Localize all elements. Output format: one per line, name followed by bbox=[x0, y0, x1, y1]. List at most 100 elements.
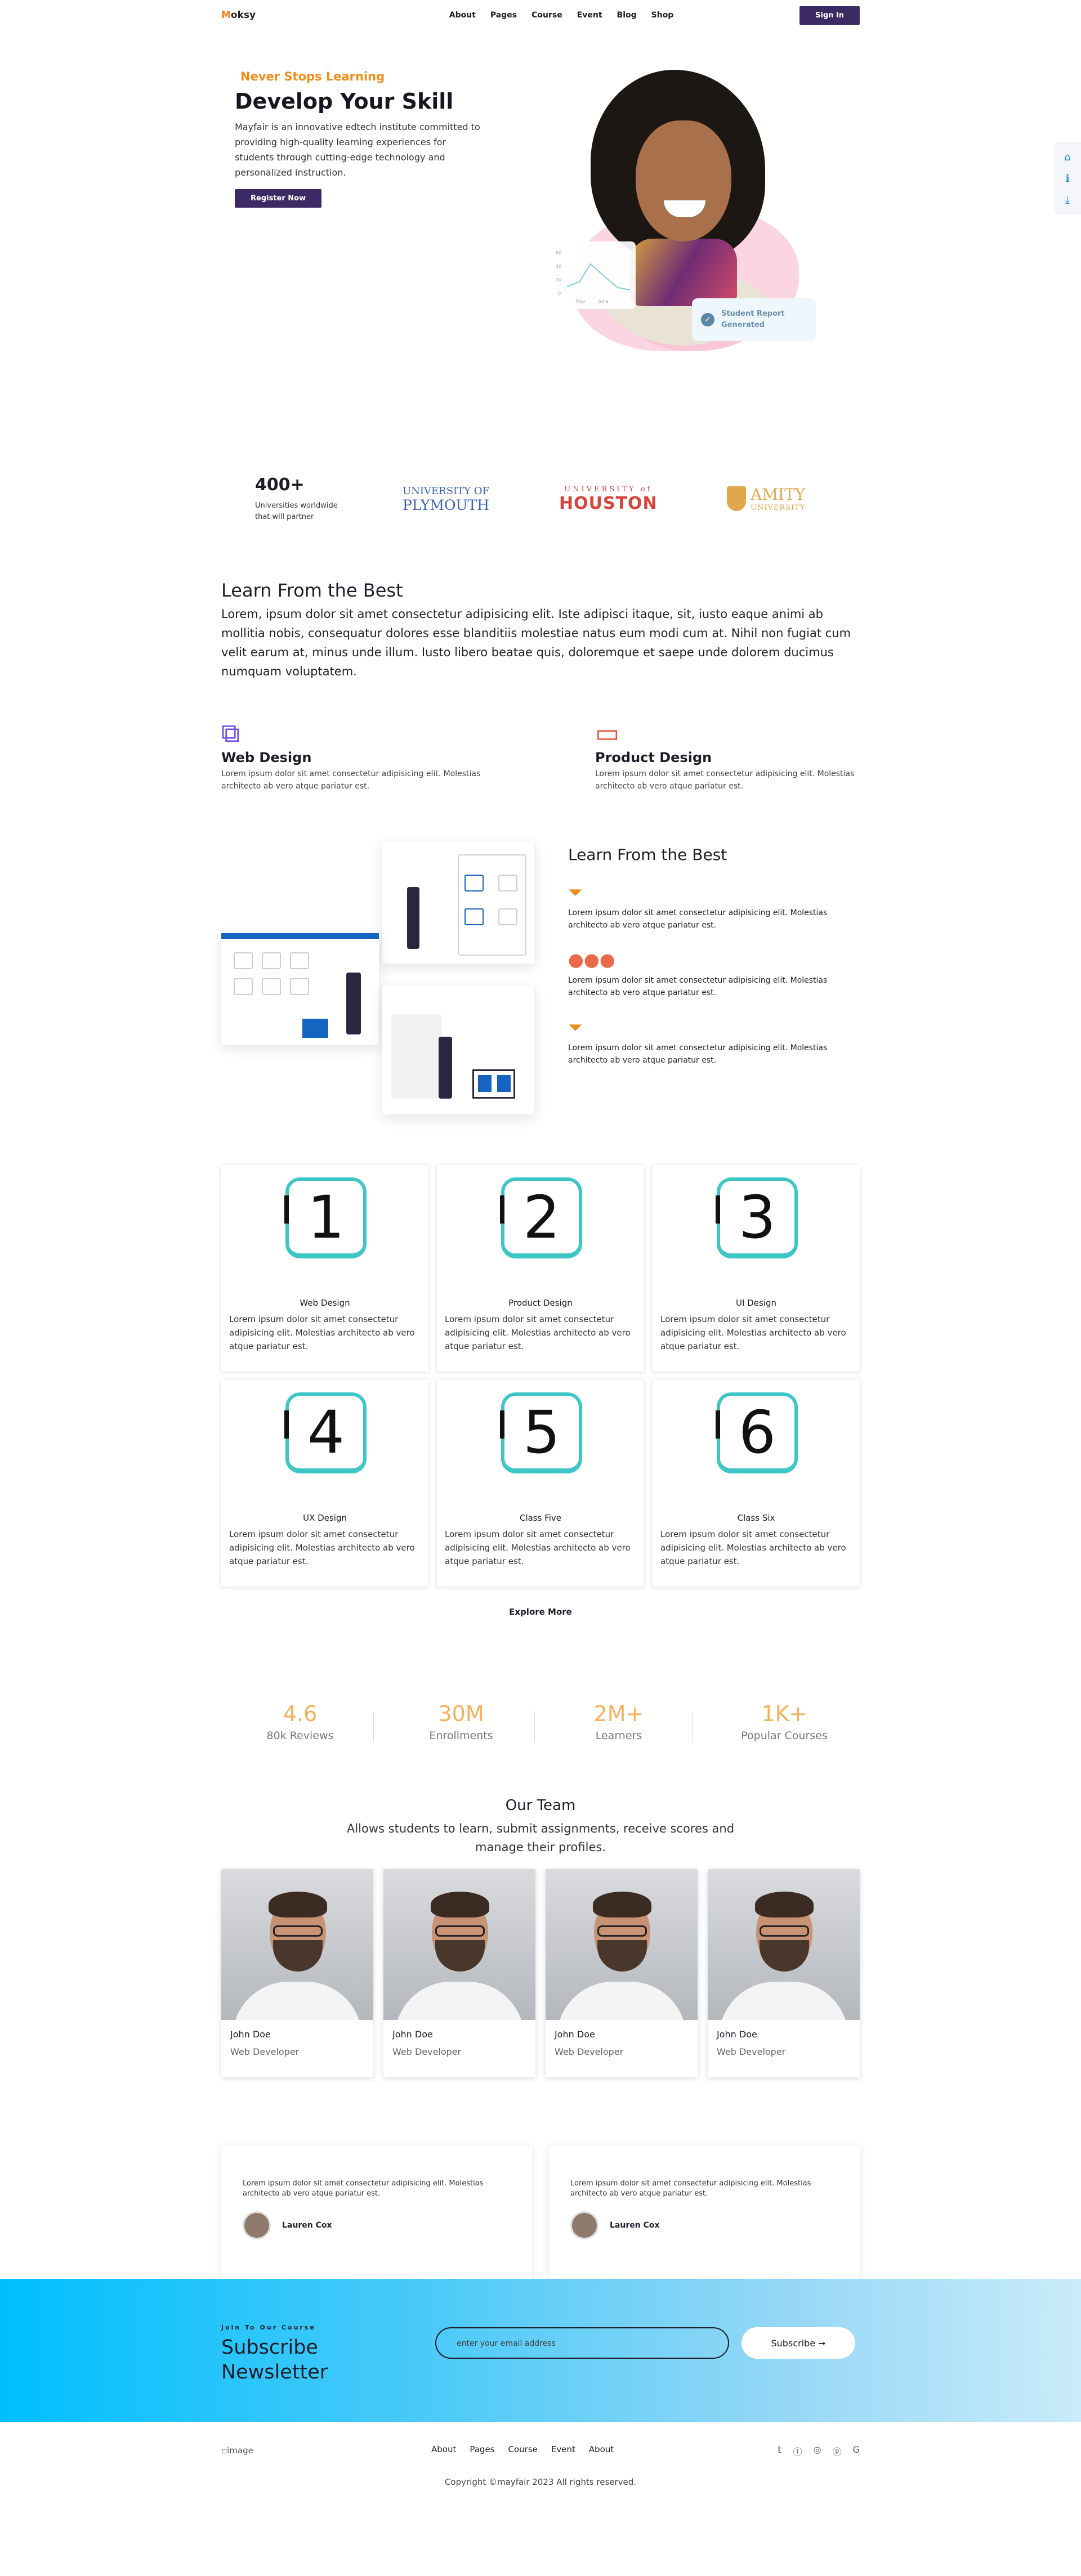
layers-icon: ⧉ bbox=[221, 718, 240, 748]
funnel-icon: ⏷ bbox=[568, 881, 583, 903]
download-icon[interactable]: ⤓ bbox=[1065, 194, 1070, 206]
testimonials: Lorem ipsum dolor sit amet consectetur a… bbox=[221, 2146, 860, 2279]
info-icon[interactable]: ℹ bbox=[1066, 173, 1070, 185]
sign-in-button[interactable]: Sign In bbox=[799, 6, 860, 25]
hero-title: Develop Your Skill bbox=[235, 89, 454, 114]
plymouth-line-2: PLYMOUTH bbox=[403, 497, 489, 513]
course-text: Lorem ipsum dolor sit amet consectetur a… bbox=[445, 1529, 631, 1566]
number-badge: 6 bbox=[716, 1392, 798, 1473]
course-card[interactable]: 5 Class Five Lorem ipsum dolor sit amet co… bbox=[437, 1380, 644, 1587]
footer-link-event[interactable]: Event bbox=[551, 2444, 575, 2454]
chart-month: June bbox=[598, 299, 609, 304]
feature-product-design: ▭ Product Design Lorem ipsum dolor sit a… bbox=[595, 718, 860, 792]
number-badge: 2 bbox=[500, 1177, 582, 1258]
top-nav: Moksy About Pages Course Event Blog Shop… bbox=[221, 0, 860, 30]
nav-link-event[interactable]: Event bbox=[577, 11, 602, 20]
feature-web-design: ⧉ Web Design Lorem ipsum dolor sit amet … bbox=[221, 718, 486, 792]
learn-list-text: Lorem ipsum dolor sit amet consectetur a… bbox=[568, 1043, 828, 1065]
nav-link-about[interactable]: About bbox=[449, 11, 476, 20]
logo-plymouth: UNIVERSITY OF PLYMOUTH bbox=[403, 485, 489, 513]
team-member-photo bbox=[708, 1869, 860, 2020]
nav-link-course[interactable]: Course bbox=[531, 11, 562, 20]
register-now-button[interactable]: Register Now bbox=[235, 189, 322, 208]
course-card[interactable]: 4 UX Design Lorem ipsum dolor sit amet con… bbox=[221, 1380, 428, 1587]
feature-text: Lorem ipsum dolor sit amet consectetur a… bbox=[595, 769, 855, 791]
email-input[interactable]: enter your email address bbox=[435, 2327, 729, 2359]
chart-tick: 60 bbox=[556, 250, 562, 256]
illustration-panel bbox=[382, 986, 534, 1114]
amity-line-1: AMITY bbox=[751, 485, 806, 504]
logo-houston: UNIVERSITY of HOUSTON bbox=[559, 485, 658, 513]
number-badge: 1 bbox=[284, 1177, 367, 1258]
nav-links: About Pages Course Event Blog Shop bbox=[449, 11, 674, 20]
stat-value: 1K+ bbox=[761, 1701, 807, 1726]
footer-image-alt: image bbox=[227, 2445, 253, 2456]
stat-divider bbox=[534, 1712, 535, 1742]
subscribe-button[interactable]: Subscribe ➞ bbox=[741, 2327, 855, 2359]
team-member-photo bbox=[383, 1869, 535, 2020]
courses-section: 1 Web Design Lorem ipsum dolor sit amet co… bbox=[221, 1165, 860, 1617]
learn-title: Learn From the Best bbox=[221, 580, 403, 601]
footer-link-pages[interactable]: Pages bbox=[470, 2444, 494, 2454]
partner-count-text: Universities worldwide that will partner bbox=[255, 501, 338, 521]
number-badge: 4 bbox=[284, 1392, 367, 1473]
nav-link-blog[interactable]: Blog bbox=[617, 11, 637, 20]
google-icon[interactable]: G bbox=[853, 2444, 860, 2458]
team-member-card[interactable]: John Doe Web Developer bbox=[383, 1869, 535, 2077]
group-icon: ●●● bbox=[568, 949, 615, 970]
facebook-icon[interactable]: ⓕ bbox=[793, 2444, 802, 2458]
chart-tick: 0 bbox=[558, 291, 561, 296]
footer-link-about[interactable]: About bbox=[431, 2444, 456, 2454]
team-member-card[interactable]: John Doe Web Developer bbox=[546, 1869, 698, 2077]
team-member-card[interactable]: John Doe Web Developer bbox=[708, 1869, 860, 2077]
team-member-name: John Doe bbox=[555, 2029, 595, 2040]
stat-value: 2M+ bbox=[593, 1701, 644, 1726]
nav-link-shop[interactable]: Shop bbox=[651, 11, 674, 20]
team-title: Our Team bbox=[505, 1797, 576, 1814]
subscribe-title-line-1: Subscribe bbox=[221, 2336, 318, 2359]
footer-link-course[interactable]: Course bbox=[508, 2444, 538, 2454]
twitter-icon[interactable]: 𝕥 bbox=[778, 2444, 781, 2458]
course-text: Lorem ipsum dolor sit amet consectetur a… bbox=[445, 1314, 631, 1351]
hero-illustration: 60 40 20 0 May June ✓ Student Report Gene… bbox=[551, 70, 821, 407]
feature-title: Product Design bbox=[595, 750, 712, 765]
course-title: Product Design bbox=[508, 1298, 573, 1308]
course-card[interactable]: 3 UI Design Lorem ipsum dolor sit amet con… bbox=[653, 1165, 860, 1372]
team-member-role: Web Developer bbox=[555, 2046, 624, 2057]
subscribe-kicker: Join To Our Course bbox=[221, 2324, 316, 2331]
course-card[interactable]: 6 Class Six Lorem ipsum dolor sit amet con… bbox=[653, 1380, 860, 1587]
copyright: Copyright ©mayfair 2023 All rights reser… bbox=[444, 2477, 637, 2487]
feature-title: Web Design bbox=[221, 750, 312, 765]
course-card[interactable]: 2 Product Design Lorem ipsum dolor sit ame… bbox=[437, 1165, 644, 1372]
team-member-role: Web Developer bbox=[230, 2046, 300, 2057]
team-member-card[interactable]: John Doe Web Developer bbox=[221, 1869, 373, 2077]
course-card[interactable]: 1 Web Design Lorem ipsum dolor sit amet co… bbox=[221, 1165, 428, 1372]
stat-label: 80k Reviews bbox=[266, 1730, 334, 1742]
site-logo[interactable]: Moksy bbox=[221, 10, 256, 21]
testimonial-text: Lorem ipsum dolor sit amet consectetur a… bbox=[243, 2179, 484, 2198]
learn-section: Learn From the Best Lorem, ipsum dolor s… bbox=[221, 537, 860, 681]
stat-label: Popular Courses bbox=[741, 1730, 828, 1742]
course-text: Lorem ipsum dolor sit amet consectetur a… bbox=[229, 1314, 415, 1351]
footer-link-about-2[interactable]: About bbox=[589, 2444, 614, 2454]
stat-label: Learners bbox=[595, 1730, 642, 1742]
team-member-role: Web Developer bbox=[717, 2046, 786, 2057]
stat-value: 30M bbox=[438, 1701, 484, 1726]
houston-line-1: UNIVERSITY of bbox=[564, 485, 653, 494]
stat-label: Enrollments bbox=[429, 1730, 493, 1742]
subscribe-section: Join To Our Course Subscribe Newsletter e… bbox=[0, 2279, 1081, 2422]
explore-more-button[interactable]: Explore More bbox=[221, 1607, 860, 1617]
stat-reviews: 4.6 80k Reviews bbox=[233, 1701, 368, 1742]
home-icon[interactable]: ⌂ bbox=[1064, 151, 1070, 163]
team-member-role: Web Developer bbox=[392, 2046, 462, 2057]
team-member-photo bbox=[221, 1869, 373, 2020]
illustration-panel bbox=[382, 842, 534, 964]
funnel-icon: ⏷ bbox=[568, 1016, 583, 1038]
team-member-name: John Doe bbox=[717, 2029, 757, 2040]
pinterest-icon[interactable]: ⓟ bbox=[833, 2444, 842, 2458]
subscribe-title-line-2: Newsletter bbox=[221, 2361, 328, 2384]
amity-shield-icon bbox=[727, 486, 746, 511]
hero-section: Never Stops Learning Develop Your Skill … bbox=[221, 30, 860, 413]
nav-link-pages[interactable]: Pages bbox=[490, 11, 517, 20]
instagram-icon[interactable]: ◎ bbox=[814, 2444, 821, 2458]
